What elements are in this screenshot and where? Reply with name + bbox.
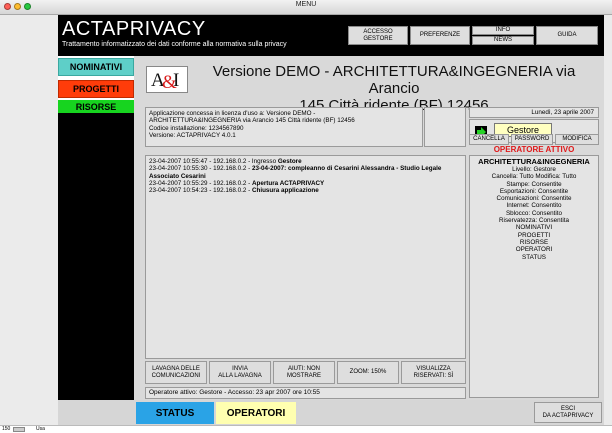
- zoom-stepper-icon[interactable]: [13, 427, 25, 432]
- guida-button[interactable]: GUIDA: [536, 26, 598, 45]
- accesso-label-line1: ACCESSO: [363, 28, 393, 35]
- license-line4: Versione: ACTAPRIVACY 4.0.1: [149, 131, 236, 139]
- modifica-label: MODIFICA: [562, 136, 592, 142]
- bottom-left-area: [58, 400, 134, 425]
- log-entry-highlight: 23-04-2007: compleanno di Cesarini Aless…: [251, 165, 442, 173]
- aiuti-toggle-button[interactable]: AIUTI: NON MOSTRARE: [273, 361, 335, 384]
- operatore-line: PROGETTI: [517, 231, 551, 239]
- operatore-line: NOMINATIVI: [515, 224, 553, 232]
- activity-log: 23-04-2007 10:55:47 - 192.168.0.2 - Ingr…: [145, 155, 466, 359]
- right-gutter: [604, 15, 612, 425]
- license-line1: Applicazione concessa in licenza d'uso a…: [149, 110, 316, 117]
- log-entry-continuation: Associato Cesarini: [149, 172, 206, 180]
- operatore-line: Livello: Gestore: [512, 166, 556, 173]
- window-title: MENU: [295, 1, 317, 8]
- zoom-level-display[interactable]: 150: [2, 426, 10, 432]
- nav-progetti-label: PROGETTI: [72, 84, 119, 94]
- esci-label-line2: DA ACTAPRIVACY: [542, 412, 594, 419]
- window-title-bar: MENU: [0, 0, 612, 15]
- modifica-button[interactable]: MODIFICA: [555, 134, 599, 145]
- operatori-button[interactable]: OPERATORI: [216, 402, 296, 424]
- operatore-permissions-list: Livello: Gestore Cancella: Tutto Modific…: [470, 166, 598, 261]
- operatore-line: RISORSE: [519, 238, 549, 246]
- operatore-line: Cancella: Tutto Modifica: Tutto: [491, 173, 577, 181]
- log-entry: 23-04-2007 10:55:30 - 192.168.0.2 - 23-0…: [149, 165, 462, 180]
- preferenze-button[interactable]: PREFERENZE: [410, 26, 470, 45]
- zoom-label: ZOOM: 150%: [349, 369, 387, 375]
- operatore-line: Esportazioni: Consentite: [499, 187, 569, 195]
- operatore-attivo-header: OPERATORE ATTIVO: [493, 145, 575, 154]
- news-label: NEWS: [494, 37, 512, 43]
- zoom-button[interactable]: ZOOM: 150%: [337, 361, 399, 384]
- operatore-name: ARCHITETTURA&INGEGNERIA: [478, 157, 590, 166]
- license-line3: Codice installazione: 1234567890: [149, 124, 244, 132]
- log-entry-text: 23-04-2007 10:54:23 - 192.168.0.2 -: [149, 187, 252, 195]
- license-side-box: [424, 107, 466, 147]
- operatore-line: Stampe: Consentite: [506, 180, 562, 188]
- date-display: Lunedì, 23 aprile 2007: [469, 107, 599, 118]
- nav-column-background: [58, 113, 134, 400]
- visualizza-riservati-button[interactable]: VISUALIZZA RISERVATI: SÌ: [401, 361, 466, 384]
- cancella-button[interactable]: CANCELLA: [469, 134, 509, 145]
- lavagna-label-line2: COMUNICAZIONI: [151, 372, 201, 379]
- operatore-line: Riservatezza: Consentita: [499, 217, 569, 225]
- invia-label-line2: ALLA LAVAGNA: [218, 372, 262, 379]
- aiuti-label-line2: MOSTRARE: [286, 372, 321, 379]
- password-label: PASSWORD: [514, 136, 550, 142]
- status-label: STATUS: [155, 407, 195, 419]
- invia-lavagna-button[interactable]: INVIA ALLA LAVAGNA: [209, 361, 271, 384]
- nav-nominativi[interactable]: NOMINATIVI: [58, 58, 134, 76]
- invia-label-line1: INVIA: [232, 365, 248, 372]
- preferenze-label: PREFERENZE: [419, 32, 461, 38]
- cancella-label: CANCELLA: [473, 136, 505, 142]
- app-title: ACTAPRIVACY: [62, 18, 206, 40]
- log-entry-text: 23-04-2007 10:55:47 - 192.168.0.2 - Ingr…: [149, 158, 278, 165]
- log-entry-highlight: Chiusura applicazione: [251, 187, 319, 195]
- log-entry: 23-04-2007 10:54:23 - 192.168.0.2 - Chiu…: [149, 187, 462, 194]
- accesso-gestore-button[interactable]: ACCESSO GESTORE: [348, 26, 408, 45]
- log-entry-highlight: Apertura ACTAPRIVACY: [251, 179, 325, 187]
- operatore-line: Sblocco: Consentito: [505, 209, 562, 217]
- company-logo: A & I: [146, 66, 188, 93]
- nav-nominativi-label: NOMINATIVI: [69, 62, 123, 72]
- log-entry: 23-04-2007 10:55:47 - 192.168.0.2 - Ingr…: [149, 158, 462, 165]
- log-entry-highlight: Gestore: [277, 158, 302, 165]
- mode-display: Usa: [36, 426, 45, 432]
- operatore-line: Internet: Consentito: [506, 202, 562, 210]
- nav-progetti[interactable]: PROGETTI: [58, 80, 134, 98]
- lavagna-label-line1: LAVAGNA DELLE: [152, 365, 200, 372]
- nav-risorse-label: RISORSE: [75, 101, 117, 112]
- license-info-box: Applicazione concessa in licenza d'uso a…: [145, 107, 423, 147]
- operatore-line: Comunicazioni: Consentite: [496, 195, 572, 203]
- log-entry-text: 23-04-2007 10:55:30 - 192.168.0.2 -: [149, 165, 252, 173]
- info-button[interactable]: INFO: [472, 26, 534, 35]
- esci-label-line1: ESCI: [560, 405, 575, 412]
- license-line2: ARCHITETTURA&INGEGNERIA via Arancio 145 …: [149, 117, 355, 125]
- svg-text:I: I: [173, 70, 179, 91]
- operatore-details-panel: ARCHITETTURA&INGEGNERIA Livello: Gestore…: [469, 155, 599, 398]
- log-entry-text: 23-04-2007 10:55:29 - 192.168.0.2 -: [149, 179, 252, 187]
- version-line1: Versione DEMO - ARCHITETTURA&INGEGNERIA …: [212, 63, 576, 97]
- info-label: INFO: [495, 27, 511, 33]
- nav-risorse[interactable]: RISORSE: [58, 100, 134, 113]
- status-button[interactable]: STATUS: [136, 402, 214, 424]
- operatori-label: OPERATORI: [226, 407, 286, 419]
- aiuti-label-line1: AIUTI: NON: [287, 365, 320, 372]
- guida-label: GUIDA: [557, 32, 577, 38]
- visualizza-label-line1: VISUALIZZA: [416, 365, 451, 372]
- accesso-label-line2: GESTORE: [363, 35, 393, 42]
- left-gutter: [0, 15, 58, 425]
- visualizza-label-line2: RISERVATI: SÌ: [413, 372, 454, 379]
- lavagna-comunicazioni-button[interactable]: LAVAGNA DELLE COMUNICAZIONI: [145, 361, 207, 384]
- esci-button[interactable]: ESCI DA ACTAPRIVACY: [534, 402, 602, 423]
- password-button[interactable]: PASSWORD: [511, 134, 553, 145]
- status-line: Operatore attivo: Gestore - Accesso: 23 …: [145, 387, 466, 399]
- app-subtitle: Trattamento informatizzato dei dati conf…: [62, 41, 287, 48]
- log-entry: 23-04-2007 10:55:29 - 192.168.0.2 - Aper…: [149, 180, 462, 187]
- logo-icon: A & I: [151, 70, 179, 91]
- operatore-line: OPERATORI: [515, 246, 553, 254]
- operatore-line: STATUS: [522, 253, 546, 261]
- news-button[interactable]: NEWS: [472, 36, 534, 45]
